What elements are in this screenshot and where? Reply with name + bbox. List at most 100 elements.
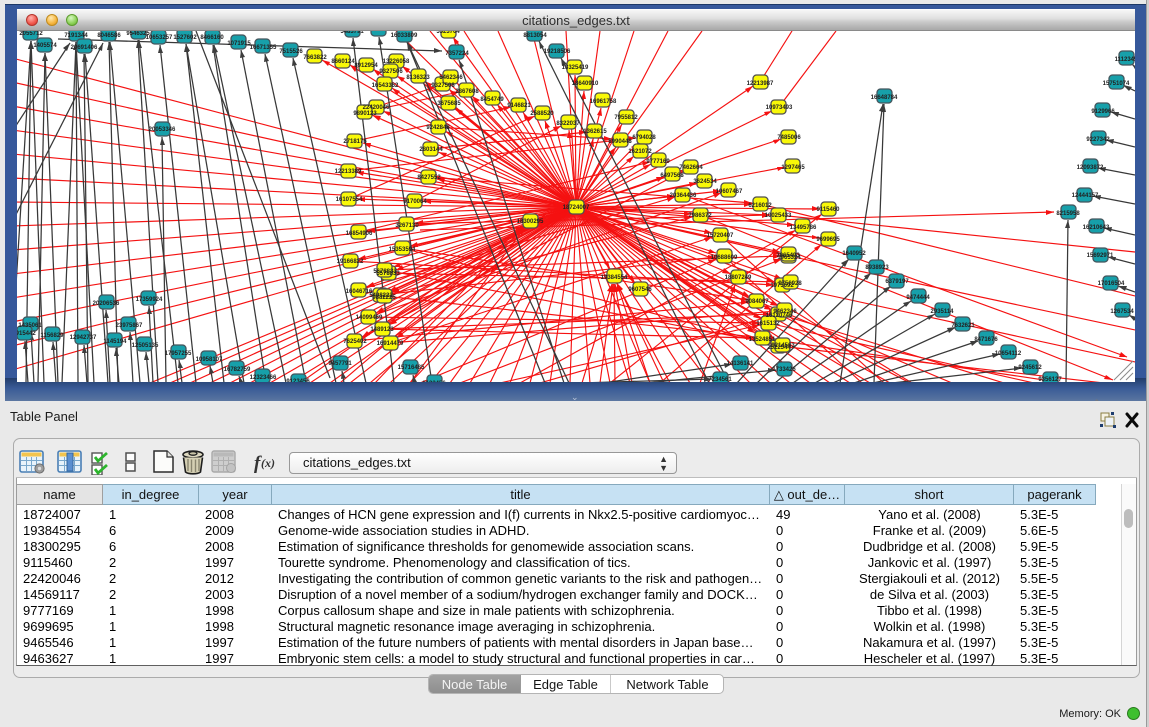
svg-text:5523764: 5523764	[436, 31, 460, 35]
svg-text:3915442: 3915442	[17, 331, 36, 337]
svg-text:8046586: 8046586	[97, 33, 121, 39]
svg-text:20691406: 20691406	[71, 45, 98, 51]
svg-text:18807249: 18807249	[725, 275, 752, 281]
svg-text:9356127: 9356127	[1038, 377, 1062, 382]
svg-text:15353594: 15353594	[389, 247, 416, 253]
svg-text:7625402: 7625402	[343, 339, 367, 345]
svg-text:9242848: 9242848	[426, 125, 450, 131]
svg-text:5678833: 5678833	[373, 269, 397, 275]
svg-text:7986372: 7986372	[688, 213, 712, 219]
svg-text:(x): (x)	[261, 456, 275, 470]
svg-text:10653257: 10653257	[146, 35, 173, 41]
svg-text:3675685: 3675685	[437, 101, 461, 107]
svg-text:10654112: 10654112	[995, 351, 1022, 357]
svg-text:10973493: 10973493	[766, 105, 793, 111]
svg-text:7515526: 7515526	[279, 49, 303, 55]
svg-text:15692971: 15692971	[1087, 253, 1114, 259]
svg-text:16033809: 16033809	[391, 33, 418, 39]
svg-text:6379197: 6379197	[885, 279, 909, 285]
svg-text:9462346: 9462346	[773, 309, 797, 315]
svg-text:6794028: 6794028	[632, 135, 656, 141]
svg-text:13495786: 13495786	[790, 225, 817, 231]
svg-text:17016504: 17016504	[1098, 281, 1125, 287]
svg-text:7955812: 7955812	[614, 115, 638, 121]
svg-text:8454749: 8454749	[480, 97, 504, 103]
svg-text:9146821: 9146821	[507, 103, 531, 109]
svg-text:16961758: 16961758	[590, 99, 617, 105]
svg-text:7632621: 7632621	[951, 323, 975, 329]
svg-text:8123456: 8123456	[422, 381, 446, 382]
svg-text:13325419: 13325419	[562, 65, 589, 71]
svg-text:8471676: 8471676	[974, 337, 998, 343]
svg-text:1621072: 1621072	[628, 149, 652, 155]
svg-text:8660124: 8660124	[331, 59, 355, 65]
svg-text:1156829: 1156829	[40, 333, 64, 339]
svg-text:2867608: 2867608	[455, 89, 479, 95]
svg-text:8466160: 8466160	[200, 35, 224, 41]
svg-text:1435061: 1435061	[18, 323, 42, 329]
svg-text:9327506: 9327506	[379, 69, 403, 75]
svg-text:1615132: 1615132	[756, 321, 780, 327]
svg-text:1733426: 1733426	[772, 367, 796, 373]
svg-text:1112345: 1112345	[1115, 57, 1135, 63]
svg-text:2935114: 2935114	[930, 309, 954, 315]
svg-text:16914479: 16914479	[377, 341, 404, 347]
svg-text:9115460: 9115460	[816, 207, 840, 213]
svg-text:1640952: 1640952	[842, 251, 866, 257]
svg-text:9777169: 9777169	[646, 159, 670, 165]
svg-text:23975867: 23975867	[116, 323, 143, 329]
svg-text:16648784: 16648784	[871, 95, 898, 101]
svg-text:16854906: 16854906	[346, 231, 373, 237]
svg-text:1071915: 1071915	[227, 41, 251, 47]
svg-text:2718176: 2718176	[343, 139, 367, 145]
svg-text:16671355: 16671355	[250, 45, 277, 51]
svg-text:10607467: 10607467	[716, 189, 743, 195]
svg-text:7663822: 7663822	[303, 55, 327, 61]
svg-text:12213389: 12213389	[335, 169, 362, 175]
svg-text:3624534: 3624534	[693, 179, 717, 185]
svg-text:10958107: 10958107	[196, 357, 223, 363]
svg-text:8215958: 8215958	[1056, 211, 1080, 217]
svg-text:8427552: 8427552	[417, 175, 441, 181]
svg-text:19384554: 19384554	[601, 275, 628, 281]
svg-text:12323466: 12323466	[250, 375, 277, 381]
svg-text:9607546: 9607546	[628, 287, 652, 293]
svg-text:1267534: 1267534	[1110, 309, 1134, 315]
svg-text:15751074: 15751074	[1103, 81, 1130, 87]
svg-text:9756928: 9756928	[778, 281, 802, 287]
svg-text:9170064: 9170064	[403, 199, 427, 205]
svg-text:6497568: 6497568	[660, 173, 684, 179]
svg-text:9245612: 9245612	[1018, 365, 1042, 371]
svg-text:9890123: 9890123	[353, 111, 377, 117]
svg-text:7865493: 7865493	[776, 253, 800, 259]
svg-text:9474444: 9474444	[906, 295, 930, 301]
svg-text:8813054: 8813054	[523, 33, 547, 39]
svg-text:16210643: 16210643	[1083, 225, 1110, 231]
svg-text:1489123: 1489123	[370, 327, 394, 333]
svg-text:14099469: 14099469	[356, 315, 383, 321]
svg-text:8912954: 8912954	[354, 63, 378, 69]
svg-text:3267130: 3267130	[395, 223, 419, 229]
svg-text:7191344: 7191344	[64, 33, 88, 39]
svg-text:9882225: 9882225	[372, 295, 396, 301]
svg-text:1145194: 1145194	[103, 339, 127, 345]
svg-text:9457791: 9457791	[328, 361, 352, 367]
svg-text:9084067: 9084067	[745, 299, 769, 305]
svg-text:8990448: 8990448	[608, 139, 632, 145]
svg-text:17957255: 17957255	[165, 351, 192, 357]
svg-text:17359924: 17359924	[136, 297, 163, 303]
svg-text:8136323: 8136323	[406, 75, 430, 81]
svg-text:5462346: 5462346	[439, 75, 463, 81]
svg-text:15716485: 15716485	[398, 365, 425, 371]
svg-text:12505135: 12505135	[132, 343, 159, 349]
svg-text:1297465: 1297465	[781, 165, 805, 171]
svg-text:7462664: 7462664	[679, 165, 703, 171]
svg-text:18300295: 18300295	[517, 219, 544, 225]
svg-text:9214563: 9214563	[771, 343, 795, 349]
svg-text:2588520: 2588520	[530, 111, 554, 117]
svg-text:20206536: 20206536	[93, 301, 120, 307]
svg-text:7485006: 7485006	[777, 135, 801, 141]
svg-text:7357224: 7357224	[445, 51, 469, 57]
svg-text:19218506: 19218506	[544, 49, 571, 55]
svg-text:7234561: 7234561	[708, 377, 732, 382]
